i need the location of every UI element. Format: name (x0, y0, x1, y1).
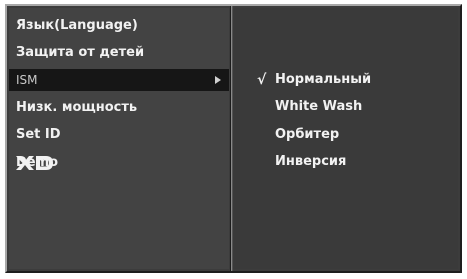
submenu-item-label: Инверсия (275, 154, 347, 169)
menu-item-low-power[interactable]: Низк. мощность (9, 97, 229, 119)
submenu-item-inversion[interactable]: Инверсия (233, 151, 458, 173)
submenu-item-orbiter[interactable]: Орбитер (233, 124, 458, 146)
osd-menu-window: Язык(Language) Защита от детей ISM Низк.… (5, 4, 462, 273)
menu-item-label: Set ID (16, 127, 61, 142)
checkmark-icon: √ (257, 72, 267, 88)
menu-item-label: Защита от детей (16, 45, 145, 60)
demo-label: Demo (16, 155, 59, 170)
menu-item-label: ISM (16, 73, 38, 87)
menu-item-child-lock[interactable]: Защита от детей (9, 42, 229, 64)
submenu-item-white-wash[interactable]: White Wash (233, 96, 458, 118)
menu-item-label: Язык(Language) (16, 18, 138, 33)
menu-item-language[interactable]: Язык(Language) (9, 15, 229, 37)
submenu-arrow-icon (215, 76, 221, 84)
main-menu: Язык(Language) Защита от детей ISM Низк.… (9, 8, 229, 269)
ism-submenu: √ Нормальный White Wash Орбитер Инверсия (233, 8, 458, 269)
menu-item-xd-demo[interactable]: Demo (9, 152, 229, 174)
menu-item-label: Низк. мощность (16, 100, 138, 115)
menu-item-set-id[interactable]: Set ID (9, 124, 229, 146)
submenu-item-label: Орбитер (275, 127, 340, 142)
submenu-item-label: White Wash (275, 99, 363, 114)
submenu-item-label: Нормальный (275, 72, 372, 87)
menu-item-ism[interactable]: ISM (9, 69, 229, 91)
submenu-item-normal[interactable]: √ Нормальный (233, 69, 458, 91)
